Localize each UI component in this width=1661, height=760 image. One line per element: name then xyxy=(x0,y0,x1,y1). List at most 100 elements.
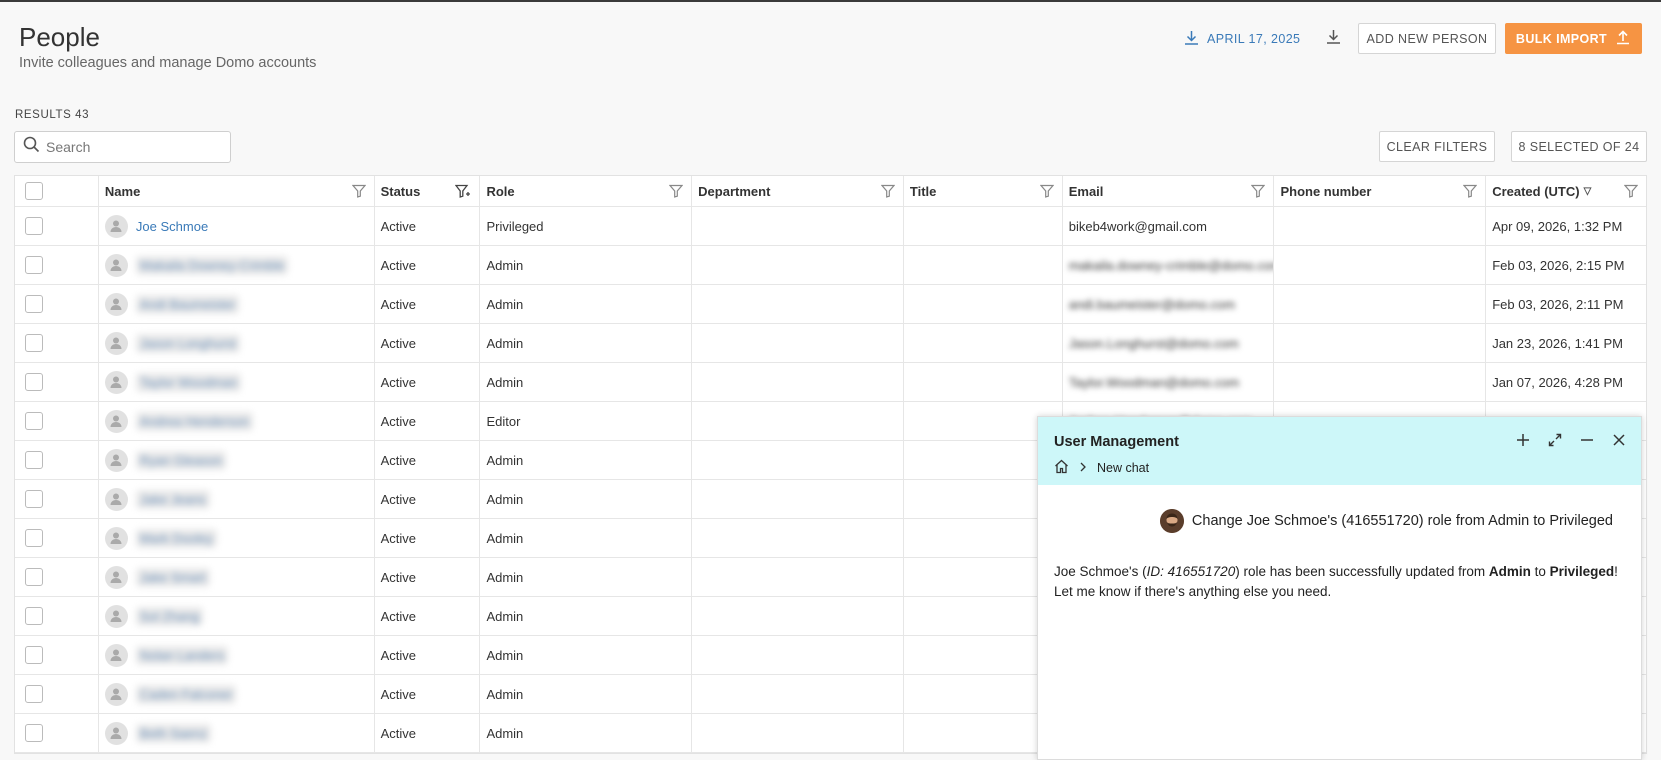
filter-icon[interactable] xyxy=(1039,184,1055,201)
row-checkbox[interactable] xyxy=(25,295,43,313)
person-name-link[interactable]: Andrea Henderson xyxy=(135,411,254,431)
user-message-text: Change Joe Schmoe's (416551720) role fro… xyxy=(1191,513,1613,529)
minimize-icon[interactable] xyxy=(1579,432,1595,448)
filter-icon[interactable] xyxy=(880,184,896,201)
column-header-email[interactable]: Email xyxy=(1063,176,1275,206)
status-cell: Active xyxy=(375,480,481,518)
status-cell: Active xyxy=(375,597,481,635)
avatar-icon xyxy=(104,526,128,550)
row-checkbox[interactable] xyxy=(25,529,43,547)
status-cell: Active xyxy=(375,636,481,674)
table-row[interactable]: Jason Longhurst Active Admin Jason.Longhurs… xyxy=(15,324,1646,363)
search-box[interactable] xyxy=(14,131,231,163)
sort-descending-icon[interactable]: ▽ xyxy=(1584,186,1592,197)
clear-filters-button[interactable]: CLEAR FILTERS xyxy=(1379,131,1495,162)
column-header-phone[interactable]: Phone number xyxy=(1274,176,1487,206)
row-checkbox[interactable] xyxy=(25,412,43,430)
column-header-created[interactable]: Created (UTC) ▽ xyxy=(1486,176,1646,206)
column-header-department[interactable]: Department xyxy=(692,176,904,206)
select-all-checkbox[interactable] xyxy=(25,182,43,200)
person-name-link[interactable]: Taylor Woodman xyxy=(135,372,242,392)
download-date-link[interactable]: APRIL 17, 2025 xyxy=(1183,29,1300,49)
row-select-cell xyxy=(15,675,99,713)
breadcrumb-new-chat[interactable]: New chat xyxy=(1097,461,1149,475)
add-new-person-button[interactable]: ADD NEW PERSON xyxy=(1358,23,1496,54)
person-name-link[interactable]: Ryan Gleason xyxy=(135,450,227,470)
email-cell: andi.baumeister@domo.com xyxy=(1063,285,1275,323)
results-count: RESULTS 43 xyxy=(15,109,90,121)
person-name-link[interactable]: Andi Baumeister xyxy=(135,294,240,314)
status-cell: Active xyxy=(375,675,481,713)
name-cell: Andrea Henderson xyxy=(99,402,375,440)
table-row[interactable]: Andi Baumeister Active Admin andi.baumeiste… xyxy=(15,285,1646,324)
avatar-icon xyxy=(104,253,128,277)
download-icon[interactable] xyxy=(1325,28,1342,50)
filter-icon[interactable] xyxy=(668,184,684,201)
page-title: People xyxy=(19,22,100,52)
row-checkbox[interactable] xyxy=(25,373,43,391)
avatar-icon xyxy=(104,682,128,706)
search-input[interactable] xyxy=(46,139,216,155)
filter-icon[interactable] xyxy=(1623,184,1639,201)
email-cell: Taylor.Woodman@domo.com xyxy=(1063,363,1275,401)
table-row[interactable]: Taylor Woodman Active Admin Taylor.Woodman@… xyxy=(15,363,1646,402)
home-icon[interactable] xyxy=(1054,459,1069,477)
status-cell: Active xyxy=(375,246,481,284)
expand-icon[interactable] xyxy=(1547,432,1563,448)
role-cell: Admin xyxy=(480,324,693,362)
person-name-link[interactable]: Jason Longhurst xyxy=(135,333,241,353)
person-name-link[interactable]: Joe Schmoe xyxy=(136,219,208,234)
name-cell: Mark Dooley xyxy=(99,519,375,557)
name-cell: Caden Falconer xyxy=(99,675,375,713)
filter-icon[interactable] xyxy=(1462,184,1478,201)
filter-active-icon[interactable] xyxy=(455,184,471,201)
search-icon xyxy=(23,136,40,158)
email-text: makaila.downey-crimble@domo.com xyxy=(1068,257,1275,273)
selected-count-button[interactable]: 8 SELECTED OF 24 xyxy=(1511,131,1647,162)
status-cell: Active xyxy=(375,324,481,362)
role-cell: Admin xyxy=(480,441,693,479)
person-name-link[interactable]: Jake Jeans xyxy=(135,489,210,509)
bulk-import-button[interactable]: BULK IMPORT xyxy=(1505,23,1642,54)
column-header-name[interactable]: Name xyxy=(99,176,375,206)
row-checkbox[interactable] xyxy=(25,685,43,703)
row-checkbox[interactable] xyxy=(25,334,43,352)
table-row[interactable]: Joe Schmoe Active Privileged bikeb4work@gma… xyxy=(15,207,1646,246)
person-name-link[interactable]: Nolan Landers xyxy=(135,645,229,665)
phone-cell xyxy=(1274,324,1487,362)
table-row[interactable]: Makaila Downey-Crimble Active Admin makaila… xyxy=(15,246,1646,285)
row-checkbox[interactable] xyxy=(25,490,43,508)
person-name-link[interactable]: Caden Falconer xyxy=(135,684,237,704)
title-cell xyxy=(904,324,1063,362)
row-select-cell xyxy=(15,246,99,284)
person-name-link[interactable]: Makaila Downey-Crimble xyxy=(135,255,289,275)
filter-icon[interactable] xyxy=(351,184,366,201)
status-cell: Active xyxy=(375,207,481,245)
row-checkbox[interactable] xyxy=(25,568,43,586)
email-text: andi.baumeister@domo.com xyxy=(1068,296,1236,312)
column-header-role[interactable]: Role xyxy=(480,176,693,206)
person-name-link[interactable]: Jake Smart xyxy=(135,567,210,587)
row-checkbox[interactable] xyxy=(25,607,43,625)
status-cell: Active xyxy=(375,402,481,440)
name-cell: Joe Schmoe xyxy=(99,207,375,245)
row-checkbox[interactable] xyxy=(25,724,43,742)
person-name-link[interactable]: Sol Zhang xyxy=(135,606,204,626)
row-select-cell xyxy=(15,402,99,440)
row-checkbox[interactable] xyxy=(25,646,43,664)
status-cell: Active xyxy=(375,519,481,557)
row-checkbox[interactable] xyxy=(25,256,43,274)
column-header-status[interactable]: Status xyxy=(375,176,481,206)
row-checkbox[interactable] xyxy=(25,217,43,235)
email-cell: makaila.downey-crimble@domo.com xyxy=(1063,246,1275,284)
column-header-title[interactable]: Title xyxy=(904,176,1063,206)
role-cell: Admin xyxy=(480,597,693,635)
close-icon[interactable] xyxy=(1611,432,1627,448)
plus-icon[interactable] xyxy=(1515,432,1531,448)
chat-panel-controls xyxy=(1515,432,1627,448)
filter-icon[interactable] xyxy=(1251,184,1266,201)
row-checkbox[interactable] xyxy=(25,451,43,469)
chat-panel: User Management New chat Change Joe Schm… xyxy=(1037,416,1642,760)
person-name-link[interactable]: Beth Saenz xyxy=(135,723,212,743)
person-name-link[interactable]: Mark Dooley xyxy=(135,528,217,548)
